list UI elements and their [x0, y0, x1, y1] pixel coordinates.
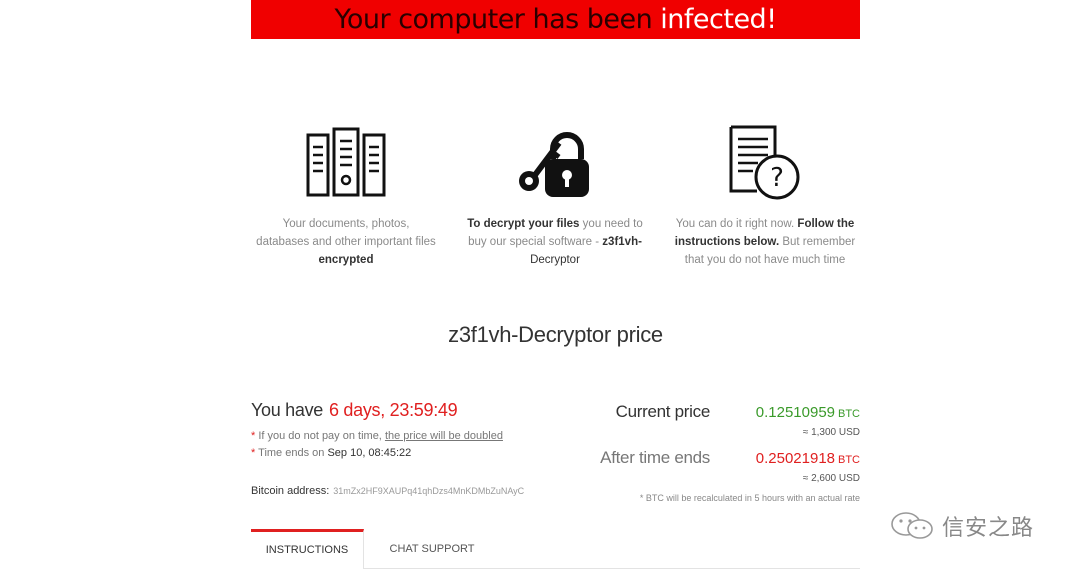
- price-doubled-link[interactable]: the price will be doubled: [385, 430, 503, 442]
- infection-banner: Your computer has been infected!: [251, 0, 860, 39]
- recalc-note: * BTC will be recalculated in 5 hours wi…: [639, 493, 860, 503]
- after-price-usd: ≈ 2,600 USD: [802, 473, 860, 484]
- countdown-label: You have: [251, 400, 324, 420]
- price-block: Current price 0.12510959 BTC ≈ 1,300 USD …: [560, 400, 860, 503]
- feature-decrypt: To decrypt your files you need to buy ou…: [460, 125, 650, 269]
- banner-title: Your computer has been: [334, 4, 653, 35]
- countdown-block: You have 6 days, 23:59:49 * If you do not…: [251, 400, 581, 497]
- feature-encrypted: Your documents, photos, databases and ot…: [251, 125, 441, 269]
- key-lock-icon: [519, 132, 589, 197]
- price-title: z3f1vh-Decryptor price: [448, 322, 663, 347]
- time-ends-date: Sep 10, 08:45:22: [327, 447, 412, 459]
- current-price-value: 0.12510959 BTC: [755, 404, 860, 421]
- watermark-text: 信安之路: [942, 515, 1035, 540]
- watermark: 信安之路: [890, 510, 1060, 542]
- feature-encrypted-text: Your documents, photos, databases and ot…: [256, 218, 436, 266]
- after-price-row: After time ends 0.25021918 BTC ≈ 2,600 US…: [560, 446, 860, 492]
- current-price-usd: ≈ 1,300 USD: [802, 427, 860, 438]
- feature-instructions: ? You can do it right now. Follow the in…: [670, 125, 860, 269]
- current-price-row: Current price 0.12510959 BTC ≈ 1,300 USD: [560, 400, 860, 446]
- current-price-label: Current price: [615, 402, 711, 421]
- tab-instructions[interactable]: INSTRUCTIONS: [251, 529, 364, 569]
- tab-bar: INSTRUCTIONS CHAT SUPPORT: [251, 529, 860, 569]
- banner-highlight: infected!: [660, 4, 777, 35]
- svg-text:?: ?: [770, 163, 784, 193]
- bitcoin-address-row: Bitcoin address: 31mZx2HF9XAUPq41qhDzs4Mn…: [251, 485, 581, 497]
- countdown-value: 6 days, 23:59:49: [329, 400, 458, 420]
- document-question-icon: ?: [729, 125, 800, 200]
- after-price-value: 0.25021918 BTC: [755, 450, 860, 467]
- feature-row: Your documents, photos, databases and ot…: [251, 125, 860, 275]
- bitcoin-address-label: Bitcoin address:: [251, 485, 330, 497]
- bitcoin-address[interactable]: 31mZx2HF9XAUPq41qhDzs4MnKDMbZuNAyC: [333, 486, 524, 496]
- feature-instructions-text: You can do it right now. Follow the inst…: [674, 218, 856, 266]
- feature-decrypt-text: To decrypt your files you need to buy ou…: [467, 218, 643, 266]
- wechat-icon: [891, 512, 933, 539]
- server-files-icon: [306, 127, 386, 197]
- time-ends-note: * Time ends on Sep 10, 08:45:22: [251, 447, 412, 459]
- tab-chat-support[interactable]: CHAT SUPPORT: [376, 529, 488, 568]
- price-doubled-note: * If you do not pay on time, the price w…: [251, 430, 503, 442]
- after-price-label: After time ends: [600, 448, 710, 467]
- countdown-row: You have 6 days, 23:59:49: [251, 400, 581, 421]
